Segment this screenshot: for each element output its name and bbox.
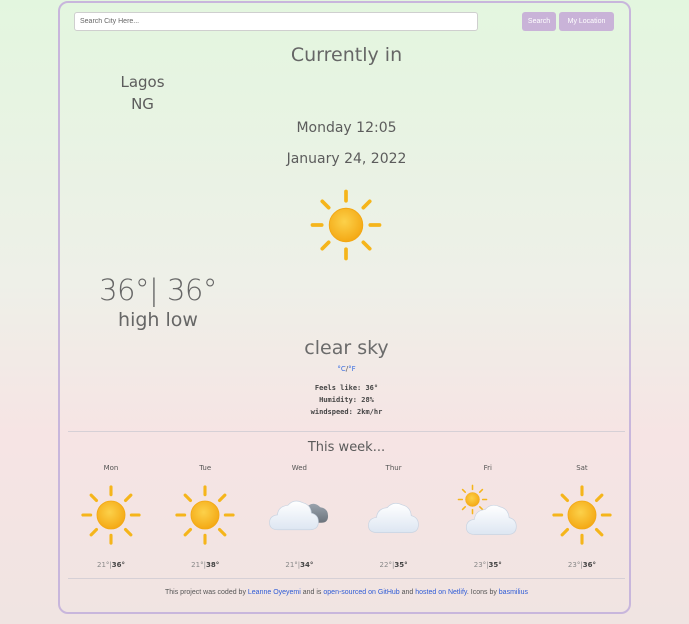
day-temps: 22°|35° [379, 561, 408, 569]
high-temp: 34° [300, 561, 314, 569]
low-temp: 23° [473, 561, 487, 569]
city-name: Lagos [120, 73, 165, 91]
currently-heading: Currently in [290, 44, 403, 66]
country-code: NG [131, 95, 154, 113]
weekly-forecast: Mon 21°|36° Tue 21°|38° Wed 21°|34° Thur… [66, 462, 627, 577]
day-temps: 21°|36° [96, 561, 126, 569]
unit-toggle: °C/°F [60, 365, 633, 373]
netlify-link[interactable]: hosted on Netlify [415, 589, 467, 596]
high-temp: 36° [582, 561, 596, 569]
forecast-day: Thur 22°|35° [349, 462, 439, 577]
day-temps: 21°|34° [285, 561, 314, 569]
day-temps: 21°|38° [191, 561, 220, 569]
day-temps: 23°|36° [567, 561, 596, 569]
divider [68, 431, 625, 432]
sun-icon [310, 189, 382, 261]
high-low-label: high low [118, 309, 198, 331]
high-temp: 35° [488, 561, 502, 569]
forecast-day: Wed 21°|34° [254, 462, 344, 577]
feels-like: Feels like: 36° [314, 384, 379, 392]
celsius-link[interactable]: °C [337, 365, 345, 373]
high-temp: 35° [394, 561, 408, 569]
cloudy-icon [269, 500, 329, 531]
partly-cloudy-icon [457, 484, 517, 535]
low-temp: 23° [567, 561, 581, 569]
humidity: Humidity: 28% [319, 396, 374, 404]
low-temp: 21° [96, 561, 110, 569]
weather-card: Search My Location Currently in Lagos NG… [58, 1, 631, 614]
low-temp: 21° [285, 561, 298, 569]
day-name: Fri [483, 464, 492, 472]
high-low-temps: 36°| 36° [99, 273, 217, 307]
weather-description: clear sky [304, 337, 389, 359]
footer-text: and is [300, 589, 324, 596]
day-name: Sat [576, 464, 588, 472]
week-title: This week... [307, 440, 386, 455]
search-input[interactable] [74, 12, 478, 31]
sun-icon [552, 485, 612, 545]
search-button[interactable]: Search [522, 12, 556, 31]
cloud-icon [367, 502, 419, 533]
footer-text: and [399, 589, 416, 596]
forecast-day: Fri 23°|35° [443, 462, 533, 577]
icons-credit-link[interactable]: basmilius [499, 589, 528, 596]
divider [68, 578, 625, 579]
sun-icon [175, 485, 235, 545]
high-temp: 38° [205, 561, 220, 569]
day-name: Mon [103, 464, 119, 472]
city-block: Lagos NG [100, 71, 185, 115]
windspeed: windspeed: 2km/hr [310, 408, 383, 416]
author-link[interactable]: Leanne Oyeyemi [248, 589, 301, 596]
forecast-day: Mon 21°|36° [66, 462, 156, 577]
sun-icon [81, 485, 141, 545]
search-bar: Search My Location [74, 12, 614, 32]
day-name: Thur [385, 464, 402, 472]
low-temp: 21° [191, 561, 204, 569]
my-location-button[interactable]: My Location [559, 12, 614, 31]
forecast-day: Tue 21°|38° [160, 462, 250, 577]
low-temp: 22° [379, 561, 392, 569]
footer-text: . Icons by [466, 589, 499, 596]
github-link[interactable]: open-sourced on GitHub [323, 589, 399, 596]
footer-text: This project was coded by [165, 589, 248, 596]
day-time: Monday 12:05 [296, 120, 397, 136]
day-name: Tue [199, 464, 212, 472]
current-date: January 24, 2022 [286, 151, 407, 167]
day-name: Wed [291, 464, 307, 472]
forecast-day: Sat 23°|36° [537, 462, 627, 577]
fahrenheit-link[interactable]: °F [348, 365, 356, 373]
day-temps: 23°|35° [473, 561, 502, 569]
weather-details: Feels like: 36° Humidity: 28% windspeed:… [60, 382, 633, 418]
footer: This project was coded by Leanne Oyeyemi… [60, 589, 633, 596]
high-temp: 36° [111, 561, 126, 569]
